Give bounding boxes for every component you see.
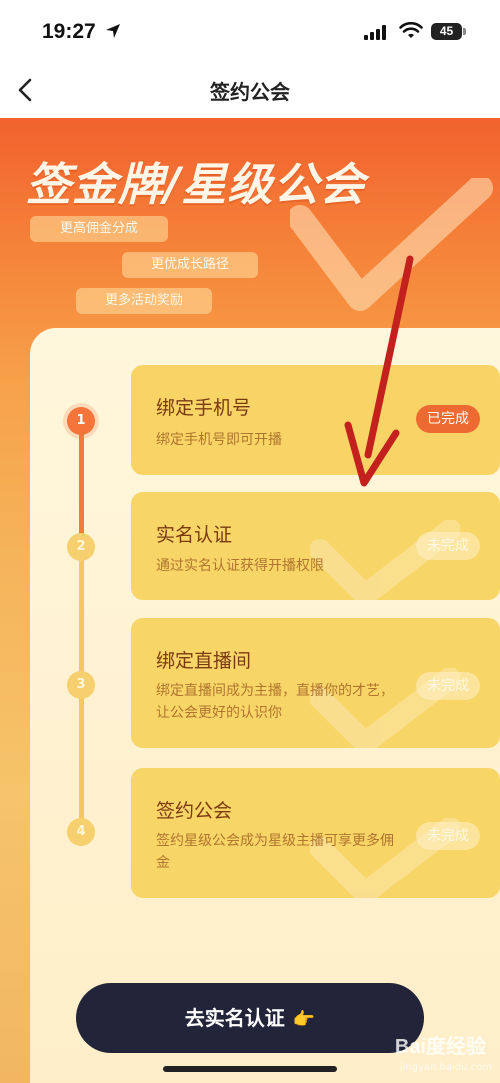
watermark-logo: Bai度经验 bbox=[394, 1036, 486, 1058]
cta-label: 去实名认证 bbox=[184, 1006, 285, 1030]
status-bar: 19:27 45 bbox=[0, 0, 500, 64]
step-card-real-name[interactable]: 实名认证 通过实名认证获得开播权限 未完成 bbox=[131, 492, 500, 600]
step-number-3: 3 bbox=[67, 671, 95, 699]
step-title: 绑定直播间 bbox=[156, 650, 252, 672]
cellular-signal-icon bbox=[364, 25, 386, 40]
status-badge-pending: 未完成 bbox=[416, 672, 480, 700]
step-card-bind-phone[interactable]: 绑定手机号 绑定手机号即可开播 已完成 bbox=[131, 365, 500, 475]
step-description: 绑定直播间成为主播，直播你的才艺，让公会更好的认识你 bbox=[156, 683, 394, 721]
status-badge-done: 已完成 bbox=[416, 405, 480, 433]
benefit-pill: 更多活动奖励 bbox=[76, 288, 212, 314]
go-verify-button[interactable]: 去实名认证 👉 bbox=[76, 983, 424, 1053]
page-title: 签约公会 bbox=[210, 80, 290, 104]
status-badge-pending: 未完成 bbox=[416, 822, 480, 850]
location-arrow-icon bbox=[106, 24, 120, 38]
battery-indicator: 45 bbox=[431, 23, 462, 40]
step-number-4: 4 bbox=[67, 818, 95, 846]
status-time: 19:27 bbox=[42, 20, 96, 43]
step-description: 签约星级公会成为星级主播可享更多佣金 bbox=[156, 833, 394, 871]
wifi-icon bbox=[399, 22, 423, 38]
hero-title: 签金牌/星级公会 bbox=[26, 158, 366, 211]
step-card-bind-room[interactable]: 绑定直播间 绑定直播间成为主播，直播你的才艺，让公会更好的认识你 未完成 bbox=[131, 618, 500, 748]
benefit-pill: 更高佣金分成 bbox=[30, 216, 168, 242]
benefit-pill: 更优成长路径 bbox=[122, 252, 258, 278]
step-title: 签约公会 bbox=[156, 800, 233, 822]
pointing-hand-icon: 👉 bbox=[292, 1009, 316, 1030]
step-description: 通过实名认证获得开播权限 bbox=[156, 558, 324, 574]
watermark-url: jingyan.baidu.com bbox=[399, 1062, 492, 1073]
step-title: 绑定手机号 bbox=[156, 397, 252, 419]
timeline-line-completed bbox=[79, 421, 84, 547]
hero-banner: 签金牌/星级公会 更高佣金分成 更优成长路径 更多活动奖励 bbox=[0, 118, 500, 1083]
step-number-1: 1 bbox=[67, 407, 95, 435]
step-card-sign-guild[interactable]: 签约公会 签约星级公会成为星级主播可享更多佣金 未完成 bbox=[131, 768, 500, 898]
annotation-arrow-icon bbox=[344, 255, 414, 487]
home-indicator bbox=[163, 1066, 337, 1072]
step-title: 实名认证 bbox=[156, 524, 233, 546]
status-badge-pending: 未完成 bbox=[416, 532, 480, 560]
nav-bar: 签约公会 bbox=[0, 64, 500, 118]
step-number-2: 2 bbox=[67, 533, 95, 561]
battery-tip bbox=[463, 28, 466, 35]
